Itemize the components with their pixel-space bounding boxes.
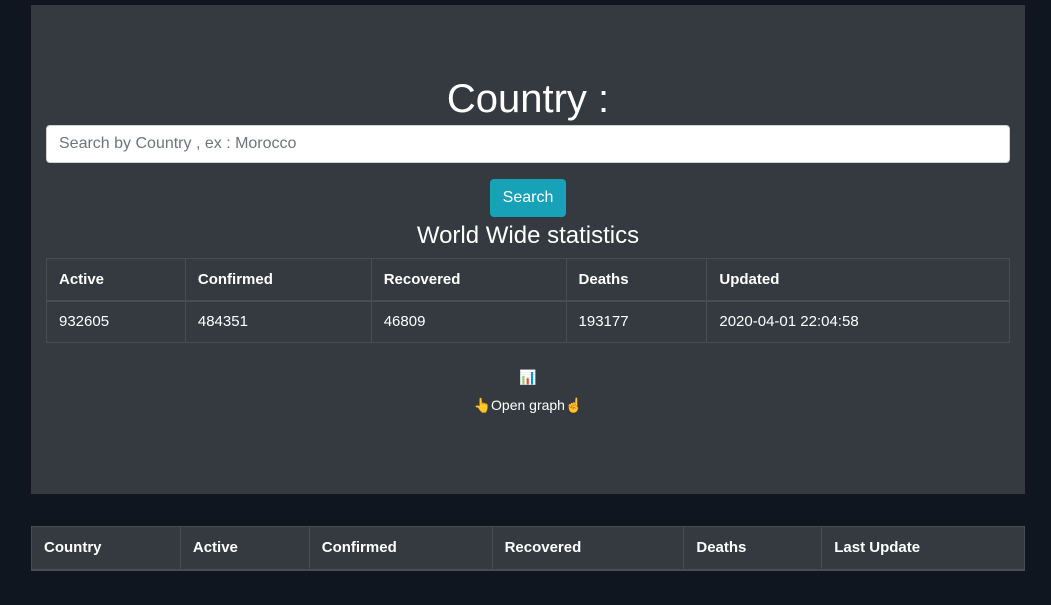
search-button[interactable]: Search [490,179,566,217]
deaths-value: 193177 [565,300,708,343]
column-header-last-update[interactable]: Last Update [821,526,1025,571]
table-row: 932605 484351 46809 193177 2020-04-01 22… [46,300,1010,343]
column-header-country[interactable]: Country [31,526,181,571]
column-header-active: Active [46,258,186,302]
table-header-row: Country Active Confirmed Recovered Death… [31,526,1025,571]
updated-value: 2020-04-01 22:04:58 [706,300,1010,343]
countries-table: Country Active Confirmed Recovered Death… [31,526,1025,571]
active-value: 932605 [46,300,186,343]
confirmed-value: 484351 [184,300,372,343]
world-stats-heading: World Wide statistics [416,222,640,249]
column-header-updated: Updated [706,258,1010,302]
column-header-confirmed: Confirmed [184,258,372,302]
column-header-recovered[interactable]: Recovered [491,526,685,571]
open-graph-link[interactable]: 👆Open graph☝ [31,397,1025,414]
world-stats-table: Active Confirmed Recovered Deaths Update… [46,258,1010,343]
column-header-recovered: Recovered [370,258,567,302]
column-header-deaths[interactable]: Deaths [683,526,823,571]
column-header-active[interactable]: Active [179,526,310,571]
country-search-input[interactable] [46,125,1010,163]
table-header-row: Active Confirmed Recovered Deaths Update… [46,258,1010,302]
page-title: Country : [446,77,610,121]
column-header-confirmed[interactable]: Confirmed [308,526,493,571]
recovered-value: 46809 [370,300,567,343]
column-header-deaths: Deaths [565,258,708,302]
search-card: Country : Search World Wide statistics A… [31,5,1025,494]
bar-chart-icon: 📊 [519,369,537,385]
